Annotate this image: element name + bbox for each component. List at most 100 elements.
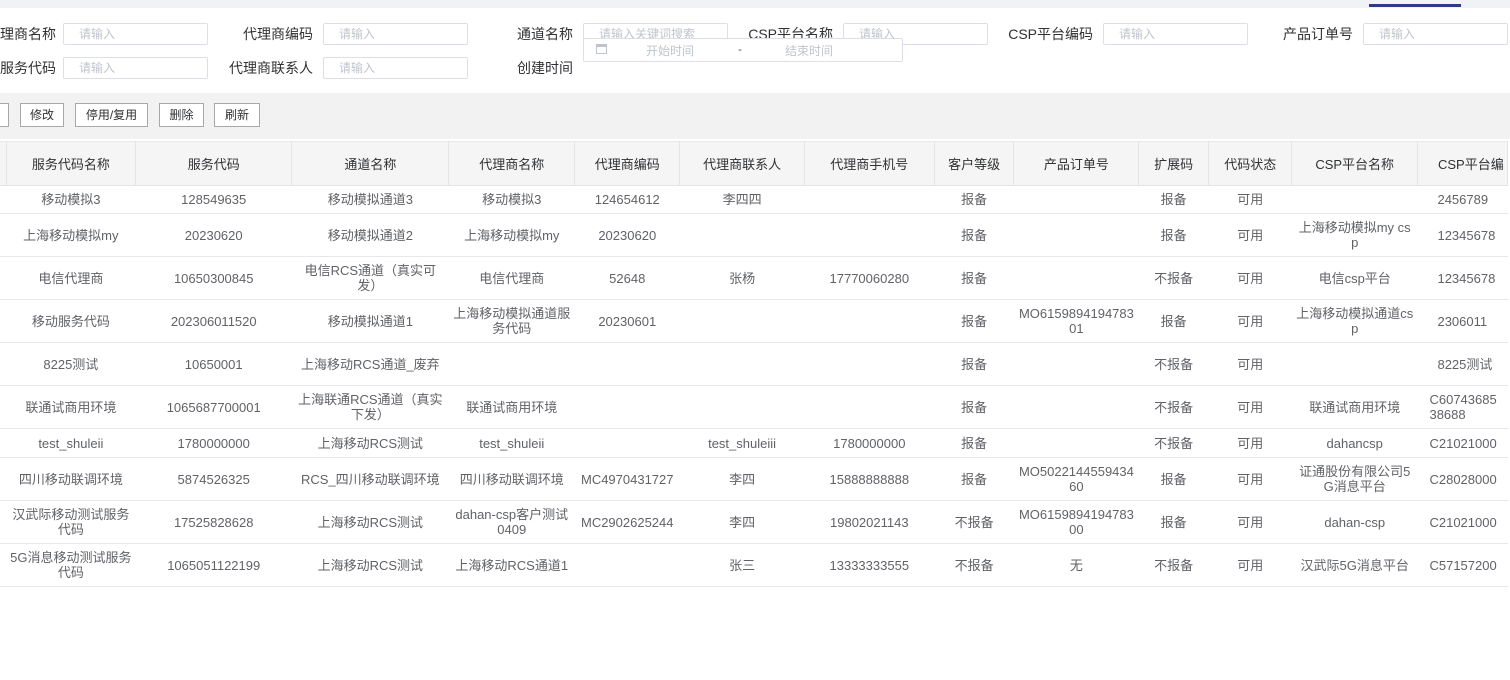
cell: MO615989419478301 bbox=[1013, 299, 1139, 343]
start-date-input[interactable]: 开始时间 bbox=[646, 42, 694, 59]
table-row[interactable]: 5G消息移动测试服务代码 1065051122199 上海移动RCS测试 上海移… bbox=[0, 543, 1508, 587]
cell: 报备 bbox=[1138, 299, 1209, 343]
created-time-range-picker[interactable]: 开始时间 - 结束时间 bbox=[583, 38, 903, 62]
col-customer-level[interactable]: 客户等级 bbox=[934, 141, 1015, 186]
cell: dahan-csp bbox=[1291, 500, 1418, 544]
edit-button[interactable]: 修改 bbox=[20, 103, 64, 127]
cell: 报备 bbox=[934, 299, 1014, 343]
created-time-label: 创建时间 bbox=[517, 60, 573, 76]
cell: 17525828628 bbox=[135, 500, 292, 544]
cell bbox=[679, 299, 805, 343]
product-order-input[interactable] bbox=[1363, 23, 1508, 45]
col-agent-name[interactable]: 代理商名称 bbox=[448, 141, 576, 186]
col-service-code[interactable]: 服务代码 bbox=[135, 141, 293, 186]
channel-name-label: 通道名称 bbox=[517, 26, 573, 42]
agent-contact-input[interactable] bbox=[323, 57, 468, 79]
cell: test_shuleii bbox=[6, 428, 136, 458]
table-row[interactable]: 移动模拟3 128549635 移动模拟通道3 移动模拟3 124654612 … bbox=[0, 185, 1508, 214]
cell: 报备 bbox=[934, 256, 1014, 300]
cell: 报备 bbox=[934, 342, 1014, 386]
toggle-status-button[interactable]: 停用/复用 bbox=[75, 103, 148, 127]
cell: 证通股份有限公司5G消息平台 bbox=[1291, 457, 1418, 501]
col-service-code-name[interactable]: 服务代码名称 bbox=[6, 141, 137, 186]
cell: 可用 bbox=[1208, 500, 1292, 544]
cell: 8225测试 bbox=[1417, 342, 1508, 386]
agent-code-input[interactable] bbox=[323, 23, 468, 45]
cell: 报备 bbox=[1138, 457, 1209, 501]
table-row[interactable]: 联通试商用环境 1065687700001 上海联通RCS通道（真实下发） 联通… bbox=[0, 385, 1508, 429]
col-channel-name[interactable]: 通道名称 bbox=[291, 141, 450, 186]
cell bbox=[1013, 428, 1139, 458]
col-agent-code[interactable]: 代理商编码 bbox=[574, 141, 681, 186]
cell: MO502214455943460 bbox=[1013, 457, 1139, 501]
cell: 5G消息移动测试服务代码 bbox=[6, 543, 136, 587]
cell bbox=[574, 428, 680, 458]
table-row[interactable]: 四川移动联调环境 5874526325 RCS_四川移动联调环境 四川移动联调环… bbox=[0, 457, 1508, 501]
col-extension-code[interactable]: 扩展码 bbox=[1138, 141, 1209, 186]
table-row[interactable]: 8225测试 10650001 上海移动RCS通道_废弃 报备 不报备 可用 8… bbox=[0, 342, 1508, 386]
cell: 四川移动联调环境 bbox=[6, 457, 136, 501]
cell: 移动模拟3 bbox=[448, 185, 575, 214]
cell: 电信RCS通道（真实可发） bbox=[291, 256, 449, 300]
cell: 124654612 bbox=[574, 185, 680, 214]
cell: 可用 bbox=[1208, 185, 1292, 214]
cell: C6074368538688 bbox=[1417, 385, 1508, 429]
cell bbox=[804, 342, 935, 386]
cell: 上海移动RCS通道1 bbox=[448, 543, 575, 587]
calendar-icon bbox=[596, 44, 607, 54]
cell: 上海移动模拟my csp bbox=[1291, 213, 1418, 257]
end-date-input[interactable]: 结束时间 bbox=[785, 42, 833, 59]
cell: MC2902625244 bbox=[574, 500, 680, 544]
col-csp-platform-code[interactable]: CSP平台编 bbox=[1417, 141, 1509, 186]
cell: 1780000000 bbox=[804, 428, 935, 458]
cell: 128549635 bbox=[135, 185, 292, 214]
product-order-label: 产品订单号 bbox=[1283, 26, 1353, 42]
cell: 2306011 bbox=[1417, 299, 1508, 343]
table-row[interactable]: 汉武际移动测试服务代码 17525828628 上海移动RCS测试 dahan-… bbox=[0, 500, 1508, 544]
cell: 13333333555 bbox=[804, 543, 935, 587]
cell: 移动模拟通道3 bbox=[291, 185, 449, 214]
cell: 报备 bbox=[1138, 213, 1209, 257]
delete-button[interactable]: 删除 bbox=[159, 103, 204, 127]
cell: MO615989419478300 bbox=[1013, 500, 1139, 544]
cell: 联通试商用环境 bbox=[6, 385, 136, 429]
top-strip bbox=[0, 0, 1510, 8]
table-row[interactable]: 上海移动模拟my 20230620 移动模拟通道2 上海移动模拟my 20230… bbox=[0, 213, 1508, 257]
cell: 10650001 bbox=[135, 342, 292, 386]
col-code-status[interactable]: 代码状态 bbox=[1208, 141, 1293, 186]
cell bbox=[1291, 185, 1418, 214]
table-row[interactable]: test_shuleii 1780000000 上海移动RCS测试 test_s… bbox=[0, 428, 1508, 458]
refresh-button[interactable]: 刷新 bbox=[214, 103, 260, 127]
cell: 上海移动RCS测试 bbox=[291, 428, 449, 458]
cell: C57157200 bbox=[1417, 543, 1508, 587]
cell: C21021000 bbox=[1417, 428, 1508, 458]
col-agent-contact[interactable]: 代理商联系人 bbox=[679, 141, 805, 186]
cell: 无 bbox=[1013, 543, 1139, 587]
service-code-table: 服务代码名称 服务代码 通道名称 代理商名称 代理商编码 代理商联系人 代理商手… bbox=[0, 141, 1509, 587]
table-row[interactable]: 移动服务代码 202306011520 移动模拟通道1 上海移动模拟通道服务代码… bbox=[0, 299, 1508, 343]
cell: 不报备 bbox=[1138, 428, 1209, 458]
csp-platform-code-input[interactable] bbox=[1103, 23, 1248, 45]
cell: 张三 bbox=[679, 543, 805, 587]
cell: 10650300845 bbox=[135, 256, 292, 300]
cell: 张杨 bbox=[679, 256, 805, 300]
table-header-row: 服务代码名称 服务代码 通道名称 代理商名称 代理商编码 代理商联系人 代理商手… bbox=[0, 141, 1509, 186]
cell: 5874526325 bbox=[135, 457, 292, 501]
cell: 上海移动模拟通道服务代码 bbox=[448, 299, 575, 343]
cell: 汉武际移动测试服务代码 bbox=[6, 500, 136, 544]
col-product-order[interactable]: 产品订单号 bbox=[1013, 141, 1140, 186]
cell: 移动服务代码 bbox=[6, 299, 136, 343]
cell: 上海移动RCS通道_废弃 bbox=[291, 342, 449, 386]
table-row[interactable]: 电信代理商 10650300845 电信RCS通道（真实可发） 电信代理商 52… bbox=[0, 256, 1508, 300]
cell: 移动模拟3 bbox=[6, 185, 136, 214]
service-code-input[interactable] bbox=[63, 57, 208, 79]
cell: 报备 bbox=[1138, 500, 1209, 544]
agent-name-input[interactable] bbox=[63, 23, 208, 45]
col-agent-phone[interactable]: 代理商手机号 bbox=[804, 141, 935, 186]
col-csp-platform-name[interactable]: CSP平台名称 bbox=[1291, 141, 1418, 186]
add-button-partial[interactable] bbox=[0, 103, 9, 127]
cell: dahan-csp客户测试0409 bbox=[448, 500, 575, 544]
cell: 电信csp平台 bbox=[1291, 256, 1418, 300]
cell: 上海移动模拟my bbox=[448, 213, 575, 257]
cell bbox=[804, 213, 935, 257]
